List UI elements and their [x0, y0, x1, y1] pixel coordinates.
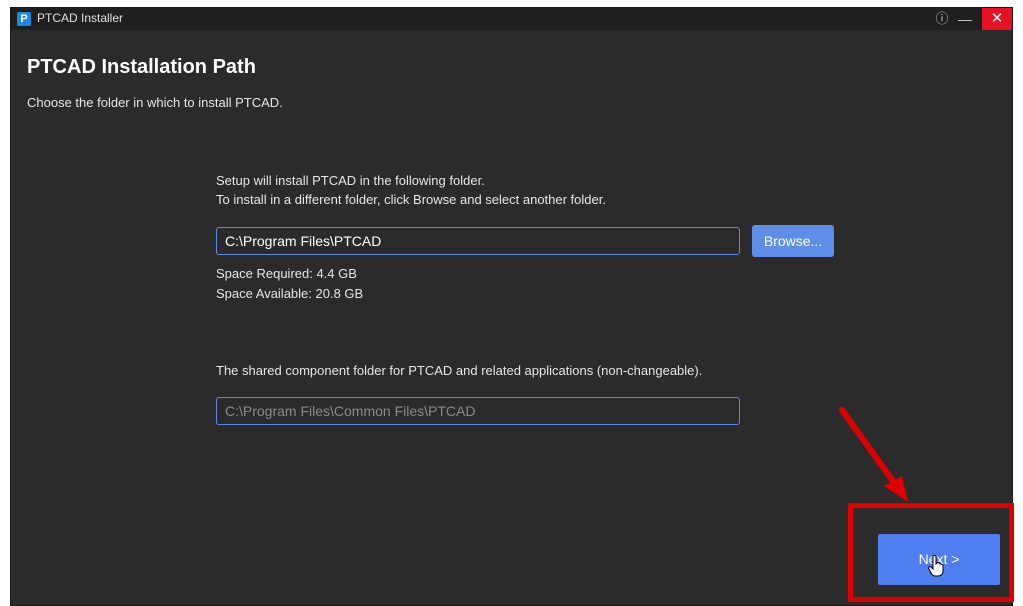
- page-subtitle: Choose the folder in which to install PT…: [27, 95, 283, 110]
- browse-button[interactable]: Browse...: [752, 225, 834, 257]
- shared-folder-description: The shared component folder for PTCAD an…: [216, 363, 703, 378]
- install-intro-line-2: To install in a different folder, click …: [216, 192, 606, 207]
- close-icon[interactable]: ✕: [982, 8, 1012, 30]
- title-bar: P PTCAD Installer ⓘ — ✕: [11, 8, 1012, 30]
- app-logo-icon: P: [17, 12, 31, 26]
- page-title: PTCAD Installation Path: [27, 56, 256, 78]
- next-button[interactable]: Next >: [878, 534, 1000, 585]
- install-path-input[interactable]: [216, 227, 740, 255]
- window-title: PTCAD Installer: [37, 11, 124, 25]
- minimize-icon[interactable]: —: [955, 10, 975, 28]
- space-available-label: Space Available: 20.8 GB: [216, 286, 364, 301]
- info-icon[interactable]: ⓘ: [933, 10, 951, 28]
- shared-folder-input: [216, 397, 740, 425]
- space-required-label: Space Required: 4.4 GB: [216, 266, 357, 281]
- install-intro-line-1: Setup will install PTCAD in the followin…: [216, 173, 485, 188]
- installer-window: P PTCAD Installer ⓘ — ✕ PTCAD Installati…: [10, 7, 1013, 606]
